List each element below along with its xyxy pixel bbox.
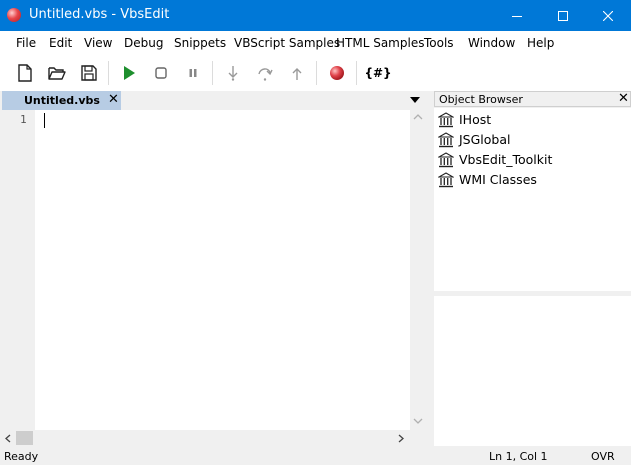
menu-help[interactable]: Help — [527, 36, 554, 50]
close-icon — [603, 10, 613, 21]
tree-item-vbsedit-toolkit[interactable]: VbsEdit_Toolkit — [438, 150, 628, 170]
menu-view[interactable]: View — [84, 36, 112, 50]
menu-tools[interactable]: Tools — [424, 36, 454, 50]
scroll-up-icon[interactable] — [413, 113, 423, 121]
new-file-button[interactable] — [14, 62, 36, 84]
tree-item-label: VbsEdit_Toolkit — [459, 152, 553, 167]
run-button[interactable] — [118, 62, 140, 84]
pause-button[interactable] — [182, 62, 204, 84]
editor-vertical-scrollbar[interactable] — [410, 110, 426, 430]
library-icon — [438, 172, 454, 188]
status-text: Ready — [4, 450, 39, 463]
library-icon — [438, 112, 454, 128]
tab-untitled-vbs[interactable]: Untitled.vbs ✕ — [2, 91, 121, 110]
library-icon — [438, 152, 454, 168]
scroll-left-icon[interactable] — [4, 434, 12, 443]
minimize-button[interactable] — [494, 0, 540, 31]
toolbar-separator — [212, 61, 213, 85]
insert-mode-indicator: OVR — [591, 450, 615, 463]
stop-icon — [155, 67, 167, 79]
tree-item-jsglobal[interactable]: JSGlobal — [438, 130, 628, 150]
tree-item-label: WMI Classes — [459, 172, 537, 187]
menu-bar: File Edit View Debug Snippets VBScript S… — [0, 31, 631, 55]
object-browser-detail-pane — [434, 296, 631, 446]
save-icon — [81, 65, 97, 81]
editor-horizontal-scrollbar[interactable] — [0, 430, 410, 446]
run-icon — [124, 66, 135, 80]
toggle-breakpoint-button[interactable] — [326, 62, 348, 84]
scroll-right-icon[interactable] — [397, 434, 405, 443]
maximize-icon — [558, 10, 568, 21]
app-icon — [7, 8, 21, 22]
title-bar: Untitled.vbs - VbsEdit — [0, 0, 631, 31]
close-button[interactable] — [585, 0, 631, 31]
step-into-button[interactable] — [222, 62, 244, 84]
maximize-button[interactable] — [540, 0, 586, 31]
tree-item-label: IHost — [459, 112, 492, 127]
tree-item-ihost[interactable]: IHost — [438, 110, 628, 130]
menu-vbscript-samples[interactable]: VBScript Samples — [234, 36, 340, 50]
save-button[interactable] — [78, 62, 100, 84]
line-number: 1 — [20, 113, 27, 126]
pause-icon — [189, 69, 197, 77]
menu-snippets[interactable]: Snippets — [174, 36, 226, 50]
tab-close-icon[interactable]: ✕ — [108, 92, 119, 108]
text-caret — [44, 113, 45, 128]
step-over-icon — [258, 68, 273, 81]
object-browser-tree: IHost JSGlobal VbsEdit_Toolkit WMI Class… — [434, 108, 631, 291]
object-browser-close-icon[interactable]: ✕ — [618, 91, 629, 107]
object-browser-header: Object Browser ✕ — [434, 91, 631, 107]
minimize-icon — [512, 15, 522, 17]
toolbar-separator — [108, 61, 109, 85]
new-file-icon — [18, 64, 32, 82]
stop-button[interactable] — [150, 62, 172, 84]
tree-item-label: JSGlobal — [459, 132, 511, 147]
snippet-button[interactable]: {#} — [364, 62, 391, 84]
step-out-icon — [292, 68, 302, 80]
menu-window[interactable]: Window — [468, 36, 515, 50]
menu-edit[interactable]: Edit — [49, 36, 72, 50]
toolbar-separator — [316, 61, 317, 85]
status-bar: Ready Ln 1, Col 1 OVR — [0, 446, 631, 465]
tab-label: Untitled.vbs — [24, 94, 100, 107]
object-browser-title: Object Browser — [439, 93, 523, 106]
toolbar: {#} — [0, 55, 631, 92]
object-browser-panel: Object Browser ✕ IHost JSGlobal VbsEdit_… — [433, 91, 631, 446]
editor-tabs: Untitled.vbs ✕ — [0, 91, 426, 110]
step-out-button[interactable] — [286, 62, 308, 84]
code-editor[interactable] — [35, 110, 410, 430]
scroll-down-icon[interactable] — [413, 417, 423, 425]
library-icon — [438, 132, 454, 148]
breakpoint-icon — [330, 66, 344, 80]
menu-html-samples[interactable]: HTML Samples — [336, 36, 424, 50]
line-number-gutter: 1 — [0, 110, 35, 430]
open-file-button[interactable] — [46, 62, 68, 84]
step-into-icon — [228, 66, 238, 81]
menu-debug[interactable]: Debug — [124, 36, 163, 50]
tree-item-wmi-classes[interactable]: WMI Classes — [438, 170, 628, 190]
step-over-button[interactable] — [254, 62, 276, 84]
cursor-position: Ln 1, Col 1 — [489, 450, 548, 463]
toolbar-separator — [356, 61, 357, 85]
horizontal-scroll-thumb[interactable] — [16, 431, 33, 445]
tab-list-dropdown-icon[interactable] — [409, 94, 421, 106]
window-title: Untitled.vbs - VbsEdit — [29, 7, 170, 22]
pane-splitter[interactable] — [426, 91, 433, 446]
menu-file[interactable]: File — [16, 36, 36, 50]
open-folder-icon — [48, 67, 66, 80]
